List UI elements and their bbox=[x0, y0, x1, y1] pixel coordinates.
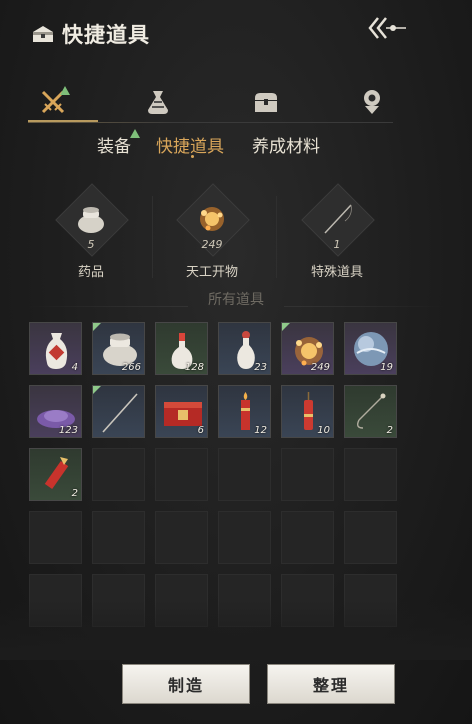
summary-label: 特殊道具 bbox=[310, 265, 363, 280]
tab-equipment[interactable]: 装备 bbox=[97, 132, 131, 157]
item-quantity: 123 bbox=[58, 425, 78, 436]
summary-count: 249 bbox=[201, 238, 223, 251]
item-quantity: 19 bbox=[380, 362, 393, 373]
item-quantity: 4 bbox=[71, 362, 78, 373]
inventory-item-slot[interactable]: 2 bbox=[29, 448, 82, 501]
empty-slot bbox=[218, 448, 271, 501]
empty-slot bbox=[29, 511, 82, 564]
summary-label: 药品 bbox=[77, 265, 104, 280]
craft-button[interactable]: 制造 bbox=[123, 665, 249, 703]
inventory-item-slot[interactable]: 266 bbox=[92, 322, 145, 375]
chest-icon bbox=[33, 26, 53, 42]
item-quantity: 2 bbox=[386, 425, 393, 436]
summary-medicine[interactable]: 5 药品 bbox=[42, 183, 152, 284]
category-divider bbox=[28, 122, 393, 123]
sort-button[interactable]: 整理 bbox=[268, 665, 394, 703]
empty-slot bbox=[344, 448, 397, 501]
inventory-item-slot[interactable]: 128 bbox=[155, 322, 208, 375]
item-quantity: 12 bbox=[254, 425, 267, 436]
empty-slot bbox=[218, 511, 271, 564]
inventory-item-slot[interactable]: 123 bbox=[29, 385, 82, 438]
new-corner-icon bbox=[93, 386, 101, 394]
medicine-jar-icon bbox=[70, 198, 112, 240]
summary-special[interactable]: 1 特殊道具 bbox=[288, 183, 398, 284]
category-chest-tab[interactable] bbox=[248, 84, 284, 120]
firework-icon bbox=[191, 198, 233, 240]
summary-count: 5 bbox=[87, 238, 95, 251]
item-quantity: 249 bbox=[310, 362, 330, 373]
inventory-item-slot[interactable]: 4 bbox=[29, 322, 82, 375]
subtab-bar: 装备 快捷道具 养成材料 bbox=[0, 129, 472, 158]
empty-slot bbox=[155, 448, 208, 501]
category-active-indicator bbox=[28, 120, 98, 122]
inventory-item-slot[interactable]: 6 bbox=[155, 385, 208, 438]
new-badge-icon bbox=[60, 86, 70, 95]
empty-slot bbox=[92, 511, 145, 564]
new-badge-icon bbox=[130, 129, 140, 138]
empty-slot bbox=[155, 511, 208, 564]
divider bbox=[276, 196, 277, 278]
inventory-item-slot[interactable]: 249 bbox=[281, 322, 334, 375]
category-medal-tab[interactable] bbox=[354, 84, 390, 120]
item-quantity: 10 bbox=[317, 425, 330, 436]
fishing-rod-icon bbox=[316, 198, 358, 240]
page-title: 快捷道具 bbox=[62, 22, 150, 47]
back-button[interactable] bbox=[364, 10, 412, 46]
empty-slot bbox=[281, 511, 334, 564]
divider bbox=[152, 196, 153, 278]
item-quantity: 2 bbox=[71, 488, 78, 499]
inventory-item-slot[interactable]: 23 bbox=[218, 322, 271, 375]
item-quantity: 6 bbox=[197, 425, 204, 436]
tab-quick-items[interactable]: 快捷道具 bbox=[156, 132, 224, 157]
header: 快捷道具 bbox=[30, 18, 150, 50]
category-bar bbox=[0, 84, 472, 124]
inventory-item-slot[interactable]: 19 bbox=[344, 322, 397, 375]
inventory-item-slot[interactable]: 2 bbox=[344, 385, 397, 438]
summary-count: 1 bbox=[333, 238, 341, 251]
tab-materials[interactable]: 养成材料 bbox=[252, 132, 320, 157]
inventory-grid: 4 266 128 23 249 19 123 6 12 10 2 2 bbox=[29, 322, 399, 642]
divider bbox=[284, 306, 444, 307]
empty-slot bbox=[344, 511, 397, 564]
treasure-chest-icon bbox=[255, 93, 277, 112]
inventory-item-slot[interactable] bbox=[92, 385, 145, 438]
summary-label: 天工开物 bbox=[185, 265, 238, 280]
item-quantity: 23 bbox=[254, 362, 267, 373]
grid-fade bbox=[0, 600, 472, 660]
empty-slot bbox=[92, 448, 145, 501]
empty-slot bbox=[281, 448, 334, 501]
category-pouch-tab[interactable] bbox=[140, 84, 176, 120]
active-tab-dot bbox=[191, 155, 194, 158]
summary-crafting[interactable]: 249 天工开物 bbox=[163, 183, 273, 284]
back-arrow-icon bbox=[368, 17, 406, 39]
item-quantity: 266 bbox=[121, 362, 141, 373]
inventory-item-slot[interactable]: 12 bbox=[218, 385, 271, 438]
item-quantity: 128 bbox=[184, 362, 204, 373]
category-equipment-tab[interactable] bbox=[35, 84, 71, 120]
new-corner-icon bbox=[93, 323, 101, 331]
new-corner-icon bbox=[282, 323, 290, 331]
medal-icon bbox=[364, 90, 380, 114]
inventory-item-slot[interactable]: 10 bbox=[281, 385, 334, 438]
pouch-icon bbox=[148, 91, 168, 114]
